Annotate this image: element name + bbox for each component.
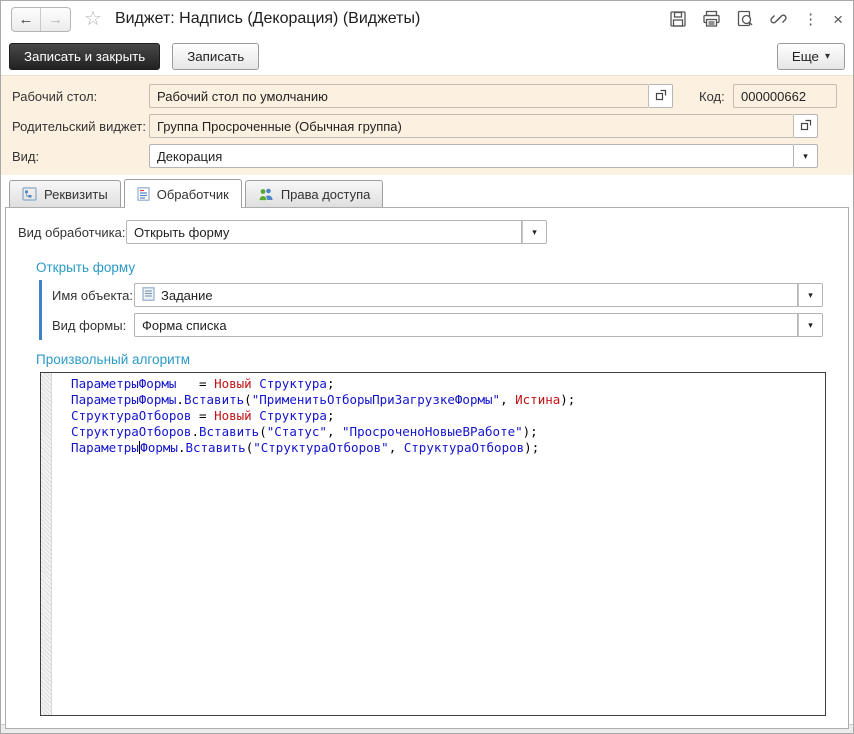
back-arrow-icon: ← [19, 11, 34, 28]
chevron-down-icon: ▾ [803, 151, 808, 162]
link-icon[interactable] [769, 10, 788, 28]
object-name-label: Имя объекта: [52, 288, 134, 303]
attributes-tree-icon [22, 187, 37, 201]
open-icon [655, 89, 667, 104]
open-form-section-title: Открыть форму [36, 260, 848, 275]
handler-tab-panel: Вид обработчика: Открыть форму ▾ Открыть… [5, 207, 849, 729]
parent-widget-open-button[interactable] [794, 114, 818, 138]
handler-kind-label: Вид обработчика: [18, 225, 126, 240]
save-icon[interactable] [669, 10, 687, 28]
tab-handler-label: Обработчик [157, 187, 229, 202]
preview-icon[interactable] [736, 10, 754, 28]
code-editor-gutter [41, 373, 52, 715]
code-editor[interactable]: ПараметрыФормы = Новый Структура; Параме… [40, 372, 826, 716]
command-bar: Записать и закрыть Записать Еще ▾ [1, 37, 853, 75]
more-menu-icon[interactable]: ⋮ [803, 12, 818, 27]
nav-history-group: ← → [11, 7, 71, 32]
close-icon[interactable]: × [833, 11, 843, 28]
save-button[interactable]: Записать [172, 43, 259, 70]
tab-requisites-label: Реквизиты [44, 187, 108, 202]
kind-row: Вид: Декорация ▾ [7, 143, 847, 169]
tab-strip: Реквизиты Обработчик Права доступа [1, 175, 853, 207]
parent-widget-value: Группа Просроченные (Обычная группа) [157, 119, 402, 134]
favorite-star-icon[interactable]: ☆ [84, 9, 102, 29]
form-kind-row: Вид формы: Форма списка ▾ [52, 312, 848, 338]
save-and-close-button[interactable]: Записать и закрыть [9, 43, 160, 70]
open-form-group: Имя объекта: Задание ▾ Вид формы: Форма … [39, 280, 848, 340]
form-kind-combo: Форма списка ▾ [134, 313, 823, 337]
open-icon [800, 119, 812, 134]
chevron-down-icon: ▾ [825, 51, 830, 62]
handler-kind-dropdown-button[interactable]: ▾ [522, 220, 547, 244]
handler-kind-field[interactable]: Открыть форму [126, 220, 522, 244]
object-name-value: Задание [161, 288, 213, 303]
more-button-label: Еще [792, 49, 819, 64]
code-label: Код: [685, 89, 733, 104]
users-icon [258, 187, 274, 201]
desktop-label: Рабочий стол: [7, 89, 149, 104]
form-kind-label: Вид формы: [52, 318, 134, 333]
parent-widget-label: Родительский виджет: [7, 119, 149, 134]
desktop-open-button[interactable] [649, 84, 673, 108]
forward-arrow-icon: → [48, 11, 63, 28]
more-button[interactable]: Еще ▾ [777, 43, 845, 70]
handler-kind-value: Открыть форму [134, 225, 229, 240]
widget-editor-window: ← → ☆ Виджет: Надпись (Декорация) (Видже… [0, 0, 854, 734]
handler-kind-row: Вид обработчика: Открыть форму ▾ [18, 220, 848, 244]
forward-button[interactable]: → [41, 8, 70, 31]
tab-requisites[interactable]: Реквизиты [9, 180, 121, 207]
back-button[interactable]: ← [12, 8, 41, 31]
desktop-field[interactable]: Рабочий стол по умолчанию [149, 84, 649, 108]
kind-dropdown-button[interactable]: ▾ [794, 144, 818, 168]
print-icon[interactable] [702, 10, 721, 28]
tab-handler[interactable]: Обработчик [124, 179, 242, 208]
parent-widget-field[interactable]: Группа Просроченные (Обычная группа) [149, 114, 794, 138]
header-form: Рабочий стол: Рабочий стол по умолчанию … [1, 75, 853, 175]
handler-document-icon [137, 187, 150, 201]
task-document-icon [142, 287, 155, 304]
window-title: Виджет: Надпись (Декорация) (Виджеты) [115, 10, 420, 28]
chevron-down-icon: ▾ [808, 290, 813, 301]
code-lines[interactable]: ПараметрыФормы = Новый Структура; Параме… [52, 373, 825, 715]
chevron-down-icon: ▾ [532, 227, 537, 238]
parent-widget-row: Родительский виджет: Группа Просроченные… [7, 113, 847, 139]
tab-access-rights-label: Права доступа [281, 187, 371, 202]
kind-label: Вид: [7, 149, 149, 164]
object-name-row: Имя объекта: Задание ▾ [52, 282, 848, 308]
tab-access-rights[interactable]: Права доступа [245, 180, 384, 207]
object-name-field[interactable]: Задание [134, 283, 798, 307]
object-name-dropdown-button[interactable]: ▾ [798, 283, 823, 307]
handler-kind-combo: Открыть форму ▾ [126, 220, 547, 244]
kind-value: Декорация [157, 149, 222, 164]
titlebar-actions: ⋮ × [669, 10, 843, 28]
algorithm-section-title: Произвольный алгоритм [36, 352, 848, 367]
titlebar: ← → ☆ Виджет: Надпись (Декорация) (Видже… [1, 1, 853, 37]
object-name-combo: Задание ▾ [134, 283, 823, 307]
form-kind-value: Форма списка [142, 318, 227, 333]
code-field[interactable]: 000000662 [733, 84, 837, 108]
form-kind-dropdown-button[interactable]: ▾ [798, 313, 823, 337]
chevron-down-icon: ▾ [808, 320, 813, 331]
form-kind-field[interactable]: Форма списка [134, 313, 798, 337]
desktop-row: Рабочий стол: Рабочий стол по умолчанию … [7, 83, 847, 109]
kind-field[interactable]: Декорация [149, 144, 794, 168]
desktop-value: Рабочий стол по умолчанию [157, 89, 328, 104]
code-value: 000000662 [741, 89, 806, 104]
